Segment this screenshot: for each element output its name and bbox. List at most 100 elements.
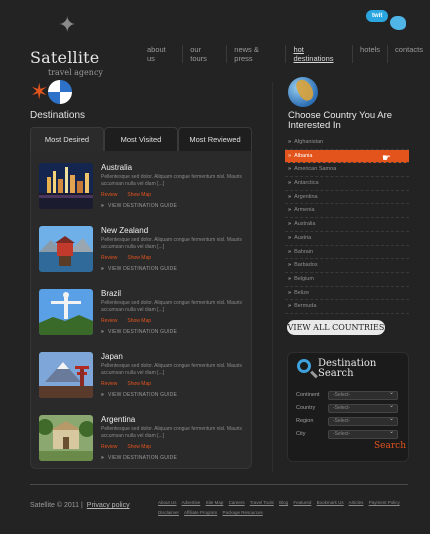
review-link[interactable]: Review <box>101 255 117 261</box>
destination-title: Australia <box>101 163 133 172</box>
tab-most-desired[interactable]: Most Desired <box>30 127 104 151</box>
destination-desc: Pellentesque sed dolor. Aliquam congue f… <box>101 363 242 376</box>
japan-photo[interactable] <box>39 352 93 398</box>
double-chevron-icon: » <box>101 329 104 335</box>
view-guide-link[interactable]: » VIEW DESTINATION GUIDE <box>101 392 177 398</box>
page: ✦ Satellite travel agency twit about us … <box>0 0 430 534</box>
destination-search-box: Destination Search Continent -Select- Co… <box>287 352 409 462</box>
nav-our-tours[interactable]: our tours <box>183 45 228 63</box>
double-chevron-icon: » <box>101 455 104 461</box>
compass-star-icon: ✦ <box>58 12 77 37</box>
starfish-icon: ✶ <box>30 79 49 104</box>
show-map-link[interactable]: Show Map <box>127 192 151 198</box>
country-item[interactable]: » Afghanistan <box>285 136 409 150</box>
footer-link[interactable]: Articles <box>349 500 364 505</box>
column-divider <box>272 82 273 472</box>
continent-select[interactable]: -Select- <box>328 390 398 400</box>
destination-item: Australia Pellentesque sed dolor. Aliqua… <box>39 163 249 219</box>
review-link[interactable]: Review <box>101 318 117 324</box>
footer-link[interactable]: Disclaimer <box>158 510 179 515</box>
view-guide-link[interactable]: » VIEW DESTINATION GUIDE <box>101 329 177 335</box>
twitter-bird-icon[interactable] <box>390 16 406 30</box>
view-guide-link[interactable]: » VIEW DESTINATION GUIDE <box>101 455 177 461</box>
hand-cursor-icon: ☛ <box>382 153 391 164</box>
country-item[interactable]: » Australia <box>285 218 409 232</box>
country-select[interactable]: -Select- <box>328 403 398 413</box>
footer-copyright: Satellite © 2011 | Privacy policy <box>30 502 130 509</box>
destination-desc: Pellentesque sed dolor. Aliquam congue f… <box>101 426 242 439</box>
destinations-title: Destinations <box>30 110 86 121</box>
tab-most-visited[interactable]: Most Visited <box>104 127 178 151</box>
show-map-link[interactable]: Show Map <box>127 318 151 324</box>
footer-link[interactable]: Bookmark Us <box>317 500 344 505</box>
show-map-link[interactable]: Show Map <box>127 381 151 387</box>
double-chevron-icon: » <box>101 392 104 398</box>
double-chevron-icon: » <box>101 266 104 272</box>
country-item[interactable]: » Argentina <box>285 191 409 205</box>
country-item[interactable]: » Armenia <box>285 204 409 219</box>
argentina-photo[interactable] <box>39 415 93 461</box>
country-item[interactable]: » Austria <box>285 232 409 246</box>
nav-hotels[interactable]: hotels <box>353 45 389 63</box>
new-zealand-photo[interactable] <box>39 226 93 272</box>
country-item[interactable]: » Belize <box>285 287 409 301</box>
destinations-icon: ✶ <box>30 78 74 108</box>
beach-umbrella-icon <box>48 80 72 104</box>
country-item[interactable]: » Bahrain <box>285 246 409 260</box>
main-nav: about us our tours news & press hot dest… <box>140 45 430 63</box>
globe-icon <box>288 77 318 107</box>
nav-about-us[interactable]: about us <box>140 45 184 63</box>
country-item[interactable]: » Barbados <box>285 259 409 273</box>
footer-link[interactable]: Featured <box>293 500 311 505</box>
country-item[interactable]: » Antarctica <box>285 177 409 191</box>
magnifier-icon <box>297 359 311 373</box>
view-guide-link[interactable]: » VIEW DESTINATION GUIDE <box>101 266 177 272</box>
review-link[interactable]: Review <box>101 381 117 387</box>
show-map-link[interactable]: Show Map <box>127 444 151 450</box>
city-field: City -Select- <box>296 429 404 440</box>
destination-title: Brazil <box>101 289 122 298</box>
twit-bubble[interactable]: twit <box>366 10 389 22</box>
city-select[interactable]: -Select- <box>328 429 398 439</box>
footer-link[interactable]: Site Map <box>206 500 224 505</box>
footer-link[interactable]: Blog <box>279 500 288 505</box>
footer-link[interactable]: Advertise <box>182 500 201 505</box>
nav-news-press[interactable]: news & press <box>227 45 287 63</box>
destination-title: New Zealand <box>101 226 149 235</box>
privacy-policy-link[interactable]: Privacy policy <box>87 502 130 509</box>
destination-item: New Zealand Pellentesque sed dolor. Aliq… <box>39 226 249 282</box>
nav-contacts[interactable]: contacts <box>388 45 430 63</box>
view-all-countries-button[interactable]: VIEW ALL COUNTRIES <box>287 320 385 335</box>
australia-photo[interactable] <box>39 163 93 209</box>
choose-country-title: Choose Country You Are Interested In <box>288 110 393 131</box>
logo-name: Satellite <box>30 48 100 67</box>
tab-most-reviewed[interactable]: Most Reviewed <box>178 127 252 151</box>
footer-link[interactable]: Payment Policy <box>369 500 400 505</box>
country-item[interactable]: » Bermuda <box>285 300 409 314</box>
destination-item: Argentina Pellentesque sed dolor. Aliqua… <box>39 415 249 471</box>
region-select[interactable]: -Select- <box>328 416 398 426</box>
footer-link[interactable]: About Us <box>158 500 177 505</box>
destination-desc: Pellentesque sed dolor. Aliquam congue f… <box>101 300 242 313</box>
nav-hot-destinations[interactable]: hot destinations <box>286 45 354 63</box>
field-label: City <box>296 431 306 437</box>
review-link[interactable]: Review <box>101 444 117 450</box>
footer-link[interactable]: Affiliate Program <box>184 510 217 515</box>
country-item[interactable]: » Belgium <box>285 273 409 287</box>
search-button[interactable]: Search <box>374 441 406 451</box>
destination-desc: Pellentesque sed dolor. Aliquam congue f… <box>101 237 242 250</box>
view-guide-link[interactable]: » VIEW DESTINATION GUIDE <box>101 203 177 209</box>
footer-link[interactable]: Careers <box>229 500 245 505</box>
brazil-photo[interactable] <box>39 289 93 335</box>
logo[interactable]: ✦ Satellite travel agency <box>30 12 120 78</box>
review-link[interactable]: Review <box>101 192 117 198</box>
show-map-link[interactable]: Show Map <box>127 255 151 261</box>
field-label: Region <box>296 418 314 424</box>
field-label: Country <box>296 405 316 411</box>
destination-item: Japan Pellentesque sed dolor. Aliquam co… <box>39 352 249 408</box>
footer-links: About Us Advertise Site Map Careers Trav… <box>158 498 408 518</box>
footer-link[interactable]: Package Resources <box>222 510 262 515</box>
destination-item: Brazil Pellentesque sed dolor. Aliquam c… <box>39 289 249 345</box>
footer-link[interactable]: Travel Tools <box>250 500 274 505</box>
country-item[interactable]: » American Samoa <box>285 163 409 178</box>
